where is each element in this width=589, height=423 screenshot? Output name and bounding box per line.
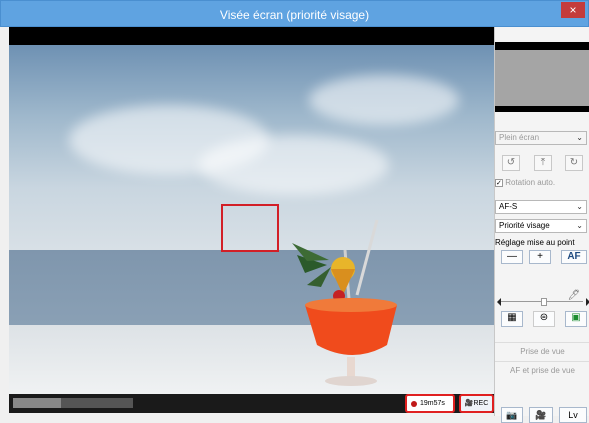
title-bar: Visée écran (priorité visage) × [0, 0, 589, 27]
close-button[interactable]: × [561, 2, 585, 18]
rotation-auto-checkbox[interactable]: ✓ [495, 179, 503, 187]
level-icon: ⊜ [539, 312, 549, 323]
eyedropper-icon[interactable]: 🖊 [565, 289, 583, 305]
rec-label: REC [473, 400, 489, 407]
window-title: Visée écran (priorité visage) [219, 8, 370, 22]
rotation-row: ↺ ⤒ ↻ [495, 155, 589, 171]
display-mode-select[interactable]: Plein écran ⌄ [495, 131, 587, 145]
status-indicator [13, 398, 133, 408]
af-button[interactable]: AF [561, 250, 587, 264]
grid-button[interactable]: ▦ [501, 311, 523, 327]
focus-mode-value: AF-S [499, 202, 518, 211]
rotate-left-icon[interactable]: ↺ [502, 155, 520, 171]
camera-button[interactable]: 📷 [501, 407, 523, 423]
af-area-select[interactable]: Priorité visage ⌄ [495, 219, 587, 233]
movie-camera-icon: 🎥 [535, 410, 547, 420]
thumbnail-preview [495, 42, 589, 112]
level-button[interactable]: ⊜ [533, 311, 555, 327]
camera-icon: 📷 [506, 410, 518, 420]
lv-button[interactable]: Lv [559, 407, 587, 423]
record-time: 19m57s [420, 400, 445, 407]
movie-rec-button[interactable]: 🎥REC [459, 394, 494, 413]
chevron-down-icon: ⌄ [576, 133, 583, 142]
rotation-auto-label: Rotation auto. [505, 178, 556, 187]
record-time-indicator: 19m57s [405, 394, 455, 413]
af-area-value: Priorité visage [499, 221, 550, 230]
live-view-image [9, 45, 494, 395]
focus-mode-select[interactable]: AF-S ⌄ [495, 200, 587, 214]
slider-left-arrow-icon [497, 298, 501, 306]
focus-minus-button[interactable]: — [501, 250, 523, 264]
grid-icon: ▦ [507, 312, 517, 323]
shoot-button[interactable]: Prise de vue [495, 342, 589, 359]
cocktail-glass [292, 219, 397, 386]
pineapple-leaves [292, 243, 331, 287]
upload-icon[interactable]: ⤒ [534, 155, 552, 171]
battery-button[interactable]: ▣ [565, 311, 587, 327]
movie-button[interactable]: 🎥 [529, 407, 553, 423]
slider-thumb[interactable] [541, 298, 547, 306]
sand [9, 325, 494, 395]
control-panel: Plein écran ⌄ ↺ ⤒ ↻ ✓ Rotation auto. AF-… [494, 27, 589, 423]
live-view-area [9, 27, 494, 410]
focus-plus-button[interactable]: + [529, 250, 551, 264]
display-mode-value: Plein écran [499, 133, 540, 142]
focus-adjust-label: Réglage mise au point [495, 238, 575, 247]
rotate-right-icon[interactable]: ↻ [565, 155, 583, 171]
battery-icon: ▣ [571, 312, 581, 323]
af-and-shoot-button[interactable]: AF et prise de vue [495, 361, 589, 378]
sea [9, 250, 494, 325]
chevron-down-icon: ⌄ [576, 202, 583, 211]
focus-frame [221, 204, 279, 252]
rotation-auto-row: ✓ Rotation auto. [495, 178, 555, 187]
record-dot-icon [411, 401, 417, 407]
chevron-down-icon: ⌄ [576, 221, 583, 230]
